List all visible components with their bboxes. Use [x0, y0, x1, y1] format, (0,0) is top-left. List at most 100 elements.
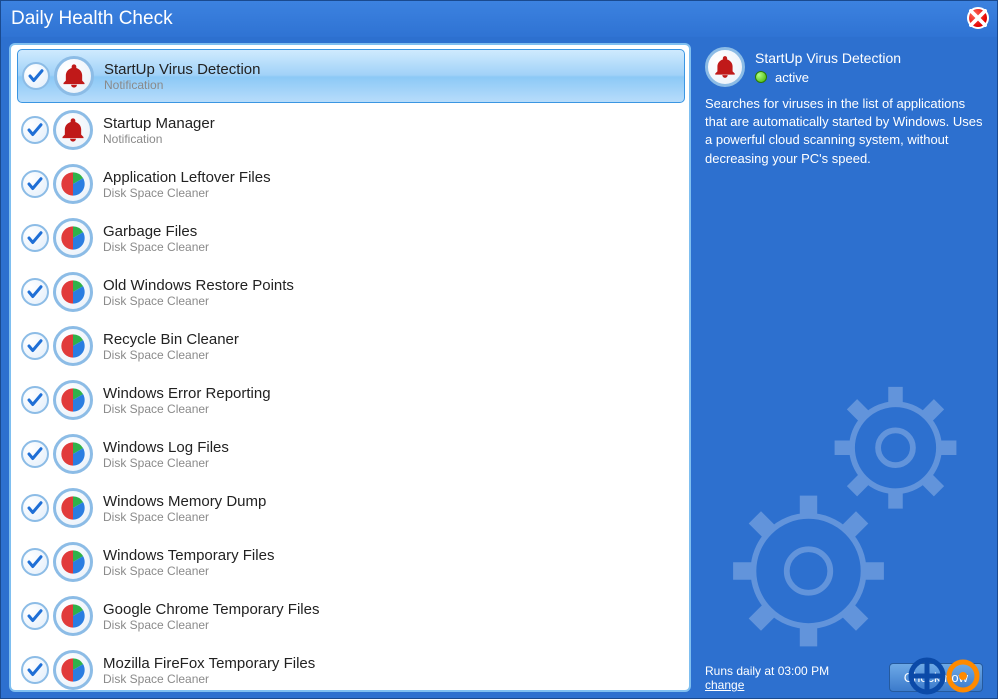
pie-chart-icon [59, 278, 87, 306]
task-subtitle: Notification [104, 78, 260, 92]
task-item[interactable]: StartUp Virus DetectionNotification [17, 49, 685, 103]
pie-chart-icon [59, 386, 87, 414]
task-checkbox[interactable] [21, 440, 49, 468]
task-title: Startup Manager [103, 115, 215, 132]
check-icon [26, 121, 44, 139]
detail-header: StartUp Virus Detection active [705, 47, 983, 87]
task-checkbox[interactable] [21, 116, 49, 144]
detail-status: active [755, 70, 901, 85]
task-icon-wrap [53, 650, 93, 690]
check-now-button[interactable]: Check now [889, 663, 983, 692]
detail-status-text: active [775, 70, 809, 85]
detail-icon-wrap [705, 47, 745, 87]
task-subtitle: Disk Space Cleaner [103, 564, 274, 578]
task-item[interactable]: Application Leftover FilesDisk Space Cle… [17, 157, 685, 211]
pie-chart-icon [59, 332, 87, 360]
task-icon-wrap [54, 56, 94, 96]
task-title: Garbage Files [103, 223, 209, 240]
task-icon-wrap [53, 434, 93, 474]
bell-icon [712, 54, 738, 80]
titlebar: Daily Health Check [1, 1, 997, 37]
task-icon-wrap [53, 272, 93, 312]
task-icon-wrap [53, 596, 93, 636]
task-checkbox[interactable] [21, 278, 49, 306]
task-subtitle: Disk Space Cleaner [103, 186, 271, 200]
task-item[interactable]: Windows Temporary FilesDisk Space Cleane… [17, 535, 685, 589]
task-subtitle: Disk Space Cleaner [103, 294, 294, 308]
task-subtitle: Disk Space Cleaner [103, 456, 229, 470]
task-checkbox[interactable] [21, 224, 49, 252]
task-list-panel: StartUp Virus DetectionNotificationStart… [9, 43, 691, 692]
pie-chart-icon [59, 170, 87, 198]
window-title: Daily Health Check [11, 8, 173, 30]
check-icon [26, 229, 44, 247]
body-area: StartUp Virus DetectionNotificationStart… [1, 37, 997, 698]
task-item[interactable]: Mozilla FireFox Temporary FilesDisk Spac… [17, 643, 685, 690]
status-dot-icon [755, 71, 767, 83]
task-list[interactable]: StartUp Virus DetectionNotificationStart… [11, 45, 689, 690]
task-title: Windows Log Files [103, 439, 229, 456]
check-icon [26, 337, 44, 355]
task-item[interactable]: Windows Log FilesDisk Space Cleaner [17, 427, 685, 481]
pie-chart-icon [59, 602, 87, 630]
pie-chart-icon [59, 494, 87, 522]
task-item[interactable]: Startup ManagerNotification [17, 103, 685, 157]
change-schedule-link[interactable]: change [705, 678, 744, 692]
gears-decoration-icon [707, 368, 997, 658]
task-item[interactable]: Windows Memory DumpDisk Space Cleaner [17, 481, 685, 535]
task-checkbox[interactable] [21, 386, 49, 414]
task-title: Recycle Bin Cleaner [103, 331, 239, 348]
task-checkbox[interactable] [21, 170, 49, 198]
task-subtitle: Disk Space Cleaner [103, 348, 239, 362]
check-icon [26, 499, 44, 517]
task-subtitle: Disk Space Cleaner [103, 618, 319, 632]
task-icon-wrap [53, 164, 93, 204]
task-title: StartUp Virus Detection [104, 61, 260, 78]
task-icon-wrap [53, 218, 93, 258]
pie-chart-icon [59, 656, 87, 684]
task-checkbox[interactable] [21, 494, 49, 522]
detail-title: StartUp Virus Detection [755, 50, 901, 66]
task-subtitle: Disk Space Cleaner [103, 402, 271, 416]
bell-icon [59, 116, 87, 144]
schedule-text: Runs daily at 03:00 PM [705, 664, 829, 678]
check-icon [27, 67, 45, 85]
task-item[interactable]: Windows Error ReportingDisk Space Cleane… [17, 373, 685, 427]
pie-chart-icon [59, 548, 87, 576]
task-title: Old Windows Restore Points [103, 277, 294, 294]
check-icon [26, 175, 44, 193]
task-checkbox[interactable] [21, 332, 49, 360]
task-subtitle: Disk Space Cleaner [103, 240, 209, 254]
task-item[interactable]: Google Chrome Temporary FilesDisk Space … [17, 589, 685, 643]
check-icon [26, 391, 44, 409]
task-icon-wrap [53, 488, 93, 528]
task-checkbox[interactable] [21, 656, 49, 684]
task-checkbox[interactable] [21, 548, 49, 576]
task-title: Windows Error Reporting [103, 385, 271, 402]
task-title: Application Leftover Files [103, 169, 271, 186]
task-subtitle: Disk Space Cleaner [103, 672, 315, 686]
check-icon [26, 607, 44, 625]
close-icon [969, 9, 987, 27]
task-icon-wrap [53, 110, 93, 150]
task-item[interactable]: Garbage FilesDisk Space Cleaner [17, 211, 685, 265]
task-title: Windows Temporary Files [103, 547, 274, 564]
task-icon-wrap [53, 380, 93, 420]
detail-description: Searches for viruses in the list of appl… [705, 95, 983, 168]
task-checkbox[interactable] [22, 62, 50, 90]
check-icon [26, 661, 44, 679]
task-title: Google Chrome Temporary Files [103, 601, 319, 618]
bell-icon [60, 62, 88, 90]
pie-chart-icon [59, 440, 87, 468]
task-icon-wrap [53, 326, 93, 366]
task-checkbox[interactable] [21, 602, 49, 630]
close-button[interactable] [967, 7, 989, 29]
detail-panel: StartUp Virus Detection active Searches … [691, 37, 997, 698]
pie-chart-icon [59, 224, 87, 252]
footer: Runs daily at 03:00 PM change Check now [705, 663, 983, 692]
task-subtitle: Notification [103, 132, 215, 146]
task-icon-wrap [53, 542, 93, 582]
task-item[interactable]: Recycle Bin CleanerDisk Space Cleaner [17, 319, 685, 373]
check-icon [26, 553, 44, 571]
task-item[interactable]: Old Windows Restore PointsDisk Space Cle… [17, 265, 685, 319]
